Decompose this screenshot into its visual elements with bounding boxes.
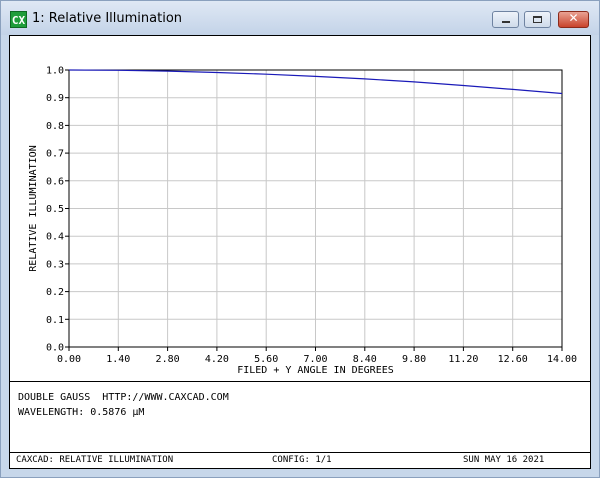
info-panel: DOUBLE GAUSS HTTP://WWW.CAXCAD.COM WAVEL…	[10, 382, 590, 453]
y-tick-label: 1.0	[46, 66, 64, 77]
close-icon: ✕	[568, 11, 579, 25]
wavelength-text: WAVELENGTH: 0.5876 µM	[18, 407, 145, 418]
x-tick-label: 14.00	[547, 354, 577, 365]
y-tick-label: 0.9	[46, 93, 64, 104]
x-tick-label: 12.60	[498, 354, 528, 365]
status-plot-name: CAXCAD: RELATIVE ILLUMINATION	[16, 455, 174, 465]
x-tick-label: 2.80	[156, 354, 180, 365]
maximize-button[interactable]	[524, 11, 551, 28]
y-axis-label: RELATIVE ILLUMINATION	[28, 145, 39, 271]
status-config: CONFIG: 1/1	[272, 455, 332, 465]
app-icon[interactable]: CX	[10, 11, 27, 28]
x-tick-label: 9.80	[402, 354, 426, 365]
x-axis-label: FILED + Y ANGLE IN DEGREES	[237, 365, 394, 376]
x-tick-label: 5.60	[254, 354, 278, 365]
y-tick-label: 0.3	[46, 259, 64, 270]
y-tick-label: 0.2	[46, 287, 64, 298]
x-tick-label: 1.40	[106, 354, 130, 365]
x-tick-label: 8.40	[353, 354, 377, 365]
x-tick-label: 4.20	[205, 354, 229, 365]
relative-illumination-chart: 0.00 1.40 2.80 4.20 5.60 7.00 8.40 9.80 11.20 12.…	[28, 66, 577, 377]
close-button[interactable]: ✕	[558, 11, 589, 28]
y-tick-label: 0.6	[46, 176, 64, 187]
y-tick-label: 0.0	[46, 343, 64, 354]
x-tick-label: 0.00	[57, 354, 81, 365]
plot-area: 0.00 1.40 2.80 4.20 5.60 7.00 8.40 9.80 11.20 12.…	[10, 36, 590, 382]
y-tick-label: 0.7	[46, 149, 64, 160]
y-tick-label: 0.1	[46, 315, 64, 326]
status-bar: CAXCAD: RELATIVE ILLUMINATION CONFIG: 1/…	[10, 453, 590, 468]
minimize-button[interactable]	[492, 11, 519, 28]
x-tick-label: 11.20	[448, 354, 478, 365]
status-date: SUN MAY 16 2021	[463, 455, 545, 465]
minimize-icon	[502, 21, 510, 23]
y-tick-label: 0.8	[46, 121, 64, 132]
client-area: 0.00 1.40 2.80 4.20 5.60 7.00 8.40 9.80 11.20 12.…	[9, 35, 591, 469]
window-title: 1: Relative Illumination	[32, 11, 183, 26]
title-bar[interactable]: CX 1: Relative Illumination ✕	[1, 1, 599, 35]
y-tick-label: 0.5	[46, 204, 64, 215]
x-tick-label: 7.00	[303, 354, 327, 365]
maximize-icon	[533, 16, 542, 23]
lens-description: DOUBLE GAUSS HTTP://WWW.CAXCAD.COM	[18, 392, 229, 403]
app-window: CX 1: Relative Illumination ✕ 0.00 1.40 2.…	[0, 0, 600, 478]
y-tick-label: 0.4	[46, 232, 64, 243]
